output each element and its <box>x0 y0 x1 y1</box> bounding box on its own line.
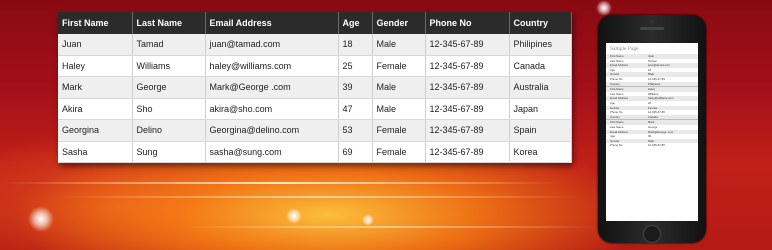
table-cell: haley@williams.com <box>205 55 339 77</box>
phone-field-label: Country <box>610 81 620 86</box>
table-cell: 12-345-67-89 <box>425 141 510 163</box>
phone-record-row: Phone No 12-345-67-89 <box>606 143 698 148</box>
table-cell: Philipines <box>509 34 572 56</box>
table-cell: Female <box>372 55 426 77</box>
table-cell: Delino <box>132 119 206 142</box>
table-cell: Canada <box>509 55 572 77</box>
home-button <box>643 225 661 243</box>
table-cell: juan@tamad.com <box>205 34 339 56</box>
light-streak <box>60 196 580 198</box>
table-header-row: First Name Last Name Email Address Age G… <box>58 12 572 34</box>
column-header[interactable]: Gender <box>372 12 426 34</box>
table-cell: 12-345-67-89 <box>425 119 510 142</box>
data-table: First Name Last Name Email Address Age G… <box>58 12 572 163</box>
table-cell: 53 <box>338 119 373 142</box>
table-cell: 47 <box>338 98 373 120</box>
table-cell: Tamad <box>132 34 206 56</box>
table-cell: 39 <box>338 76 373 99</box>
table-cell: 25 <box>338 55 373 77</box>
table-cell: Haley <box>58 55 133 77</box>
table-cell: Female <box>372 119 426 142</box>
table-cell: 12-345-67-89 <box>425 55 510 77</box>
column-header[interactable]: First Name <box>58 12 133 34</box>
table-row: Georgina Delino Georgina@delino.com 53 F… <box>58 119 572 142</box>
table-cell: sasha@sung.com <box>205 141 339 163</box>
table-cell: Male <box>372 76 426 99</box>
column-header[interactable]: Age <box>338 12 373 34</box>
light-flare <box>596 0 612 16</box>
light-flare <box>286 208 302 224</box>
light-streak <box>180 226 600 228</box>
phone-speaker <box>640 27 664 30</box>
phone-field-label: Country <box>610 114 620 119</box>
smartphone-mockup: Sample Page First Name Juan Last Name Tamad… <box>598 15 706 243</box>
table-cell: Male <box>372 98 426 120</box>
table-cell: Mark@George .com <box>205 76 339 99</box>
phone-record-list: First Name Juan Last Name Tamad Email Addres… <box>606 54 698 148</box>
table-cell: Female <box>372 141 426 163</box>
phone-field-value: 12-345-67-89 <box>648 143 665 148</box>
table-cell: 18 <box>338 34 373 56</box>
table-cell: Sasha <box>58 141 133 163</box>
table-row: Sasha Sung sasha@sung.com 69 Female 12-3… <box>58 141 572 163</box>
phone-field-value: Philipines <box>648 81 660 86</box>
column-header[interactable]: Last Name <box>132 12 206 34</box>
phone-page-title: Sample Page <box>610 46 639 52</box>
light-streak <box>0 182 560 184</box>
table-cell: Male <box>372 34 426 56</box>
table-cell: 12-345-67-89 <box>425 76 510 99</box>
light-flare <box>362 214 374 226</box>
phone-camera <box>650 20 654 24</box>
table-row: Akira Sho akira@sho.com 47 Male 12-345-6… <box>58 98 572 120</box>
table-cell: Georgina@delino.com <box>205 119 339 142</box>
table-cell: Akira <box>58 98 133 120</box>
table-cell: Juan <box>58 34 133 56</box>
table-cell: 12-345-67-89 <box>425 98 510 120</box>
table-cell: Spain <box>509 119 572 142</box>
table-cell: Australia <box>509 76 572 99</box>
table-cell: Williams <box>132 55 206 77</box>
phone-field-value: Canada <box>648 114 658 119</box>
table-cell: Japan <box>509 98 572 120</box>
table-cell: Korea <box>509 141 572 163</box>
light-flare <box>28 206 54 232</box>
table-cell: Sung <box>132 141 206 163</box>
table-cell: Georgina <box>58 119 133 142</box>
phone-field-label: Phone No <box>610 143 623 148</box>
table-row: Juan Tamad juan@tamad.com 18 Male 12-345… <box>58 34 572 56</box>
column-header[interactable]: Country <box>509 12 572 34</box>
table-cell: 69 <box>338 141 373 163</box>
table-row: Mark George Mark@George .com 39 Male 12-… <box>58 76 572 99</box>
column-header[interactable]: Phone No <box>425 12 510 34</box>
data-table-container: First Name Last Name Email Address Age G… <box>58 12 572 163</box>
table-cell: akira@sho.com <box>205 98 339 120</box>
phone-screen: Sample Page First Name Juan Last Name Tamad… <box>606 43 698 221</box>
column-header[interactable]: Email Address <box>205 12 339 34</box>
table-cell: Mark <box>58 76 133 99</box>
table-cell: 12-345-67-89 <box>425 34 510 56</box>
table-row: Haley Williams haley@williams.com 25 Fem… <box>58 55 572 77</box>
table-cell: George <box>132 76 206 99</box>
table-cell: Sho <box>132 98 206 120</box>
